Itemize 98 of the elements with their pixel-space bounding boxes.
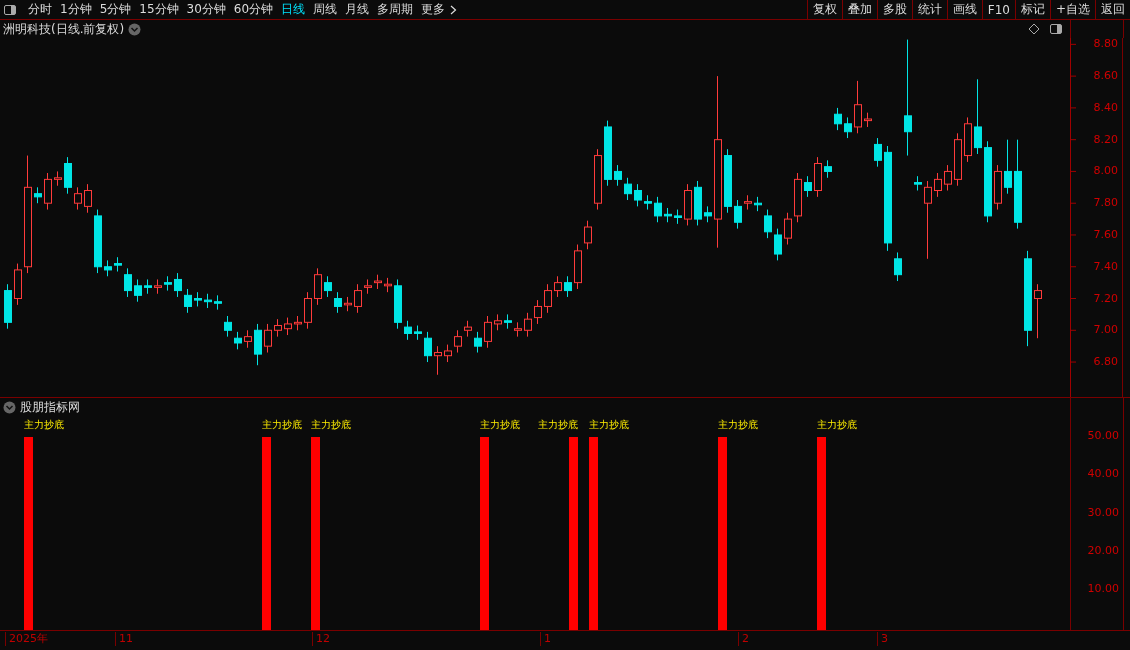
period-tab[interactable]: 60分钟: [229, 1, 278, 18]
date-label: 3: [877, 632, 888, 646]
period-tab[interactable]: 周线: [309, 1, 342, 18]
candlestick: [584, 220, 592, 250]
signal-label: 主力抄底: [589, 419, 629, 430]
candlestick: [424, 331, 432, 363]
candlestick: [124, 267, 132, 298]
indicator-tick-label: 30.00: [1087, 505, 1119, 520]
indicator-tick-label: 10.00: [1087, 582, 1119, 597]
candlestick: [654, 196, 662, 223]
candlestick: [64, 156, 72, 195]
panel-toggle-icon[interactable]: [1050, 24, 1062, 34]
candlestick: [904, 39, 912, 157]
candlestick: [564, 275, 572, 298]
date-label: 2: [738, 632, 749, 646]
candlestick: [844, 116, 852, 139]
indicator-tick-label: 40.00: [1087, 467, 1119, 482]
date-label: 12: [312, 632, 330, 646]
date-label: 11: [115, 632, 133, 646]
dropdown-icon[interactable]: [3, 400, 16, 414]
candlestick: [894, 251, 902, 282]
price-tick-label: 7.60: [1093, 227, 1118, 242]
period-tab[interactable]: 月线: [341, 1, 374, 18]
candlestick: [254, 323, 262, 366]
price-tick-label: 8.20: [1093, 132, 1118, 147]
price-tick-label: 8.80: [1093, 37, 1118, 52]
signal-label: 主力抄底: [480, 419, 520, 430]
period-tab[interactable]: 5分钟: [95, 1, 136, 18]
candlestick: [924, 180, 932, 260]
candlestick: [454, 329, 462, 354]
period-tab[interactable]: 多周期: [373, 1, 418, 18]
period-tab[interactable]: 15分钟: [135, 1, 183, 18]
candlestick: [854, 80, 862, 134]
candlestick: [314, 267, 322, 306]
signal-label: 主力抄底: [817, 419, 857, 430]
panel-toggle-icon[interactable]: [4, 4, 16, 15]
period-tab[interactable]: 1分钟: [56, 1, 96, 18]
candlestick: [354, 283, 362, 314]
candlestick: [544, 283, 552, 314]
signal-label: 主力抄底: [24, 419, 64, 430]
candlestick: [764, 209, 772, 239]
chart-title: 洲明科技(日线.前复权): [3, 20, 125, 38]
diamond-icon[interactable]: [1028, 23, 1040, 35]
price-tick-label: 7.20: [1093, 291, 1118, 306]
more-menu[interactable]: 更多: [417, 1, 450, 18]
period-tab[interactable]: 30分钟: [182, 1, 230, 18]
candlestick: [524, 312, 532, 338]
date-label: 1: [540, 632, 551, 646]
chevron-right-icon[interactable]: [450, 4, 458, 15]
candlestick: [784, 212, 792, 245]
price-tick-label: 8.40: [1093, 100, 1118, 115]
price-tick-label: 7.00: [1093, 323, 1118, 338]
candlestick: [614, 164, 622, 187]
candlestick: [484, 315, 492, 349]
candlestick: [264, 323, 272, 354]
candlestick: [184, 288, 192, 314]
candlestick: [554, 275, 562, 298]
candlestick: [804, 175, 812, 198]
candlestick: [134, 278, 142, 303]
price-tick-label: 7.40: [1093, 259, 1118, 274]
candlestick: [1034, 283, 1042, 339]
candlestick: [874, 137, 882, 168]
candlestick: [304, 291, 312, 330]
date-label: 2025年: [5, 632, 48, 646]
indicator-tick-label: 20.00: [1087, 543, 1119, 558]
candlestick: [634, 183, 642, 207]
candlestick: [224, 315, 232, 338]
candlestick: [534, 299, 542, 325]
signal-label: 主力抄底: [718, 419, 758, 430]
price-tick-label: 8.00: [1093, 164, 1118, 179]
indicator-title: 股朋指标网: [20, 398, 80, 416]
candlestick: [174, 272, 182, 298]
price-tick-label: 6.80: [1093, 355, 1118, 370]
candlestick: [944, 164, 952, 191]
signal-label: 主力抄底: [262, 419, 302, 430]
price-tick-label: 8.60: [1093, 69, 1118, 84]
signal-label: 主力抄底: [538, 419, 578, 430]
candlestick: [774, 228, 782, 261]
candlestick: [1004, 139, 1012, 195]
candlestick: [734, 199, 742, 230]
candlestick: [404, 320, 412, 341]
period-tab[interactable]: 分时: [24, 1, 56, 18]
candlestick: [434, 345, 442, 376]
indicator-tick-label: 50.00: [1087, 429, 1119, 443]
candlestick: [474, 331, 482, 354]
candlestick: [44, 172, 52, 211]
candlestick: [974, 78, 982, 155]
signal-label: 主力抄底: [311, 419, 351, 430]
price-tick-label: 7.80: [1093, 196, 1118, 211]
candlestick: [934, 172, 942, 198]
dropdown-icon[interactable]: [128, 22, 142, 36]
candlestick: [334, 291, 342, 314]
candlestick: [324, 275, 332, 298]
candlestick: [84, 183, 92, 214]
candlestick: [74, 186, 82, 211]
candlestick: [834, 107, 842, 131]
period-tab[interactable]: 日线: [277, 1, 310, 18]
candlestick: [624, 177, 632, 201]
